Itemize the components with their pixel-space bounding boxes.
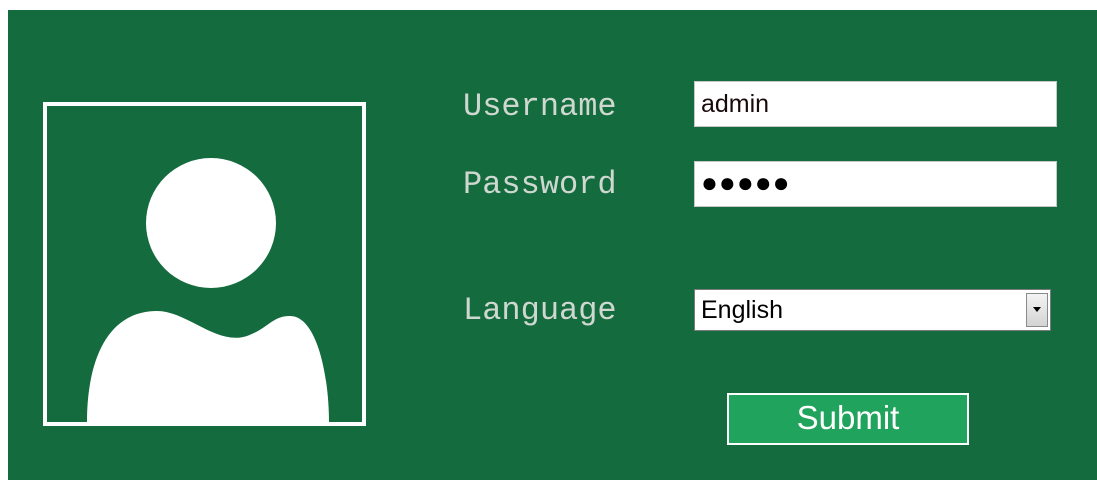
language-select[interactable]: English [694,289,1051,331]
username-field[interactable]: admin [694,81,1057,127]
password-label: Password [463,166,617,203]
login-panel: Username admin Password ●●●●● Language E… [8,10,1097,480]
language-label: Language [463,292,617,329]
chevron-down-icon[interactable] [1026,293,1048,327]
avatar-frame [43,102,366,426]
password-field[interactable]: ●●●●● [694,161,1057,207]
language-select-value: English [701,296,783,324]
submit-button[interactable]: Submit [727,393,969,445]
user-avatar-icon [87,158,329,422]
username-label: Username [463,88,617,125]
